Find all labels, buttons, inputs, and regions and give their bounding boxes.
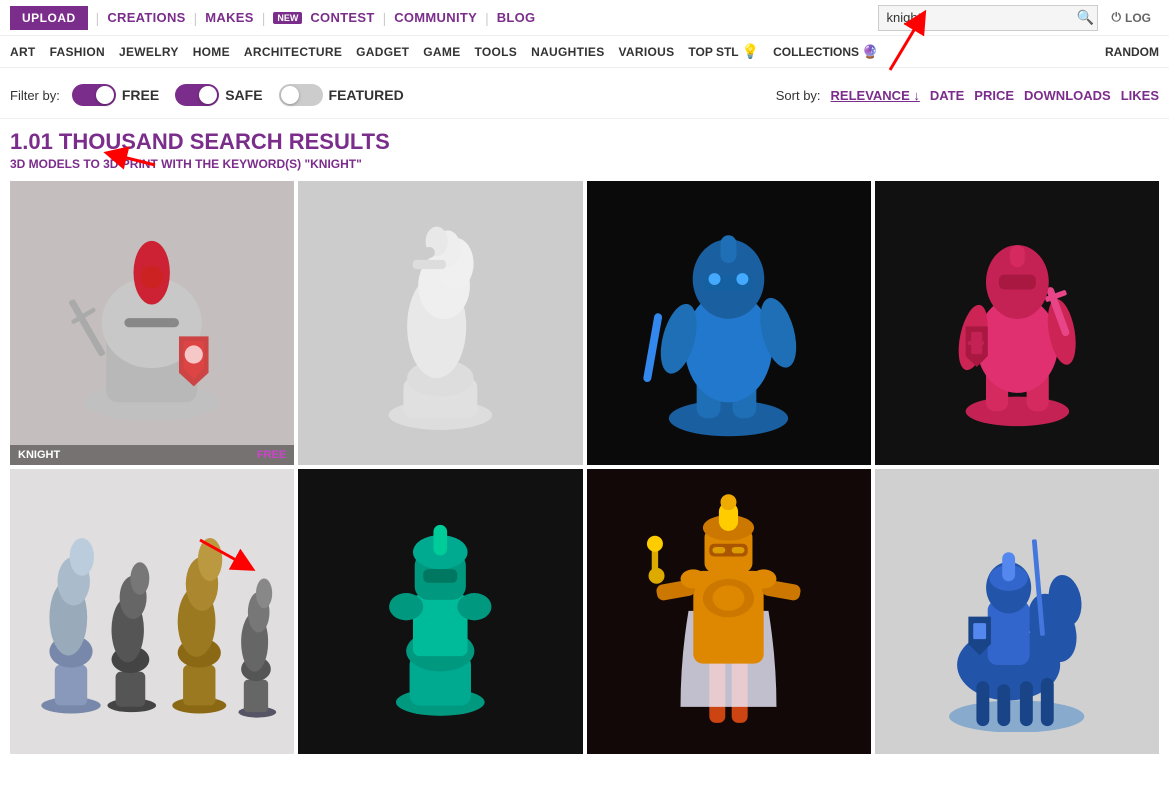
safe-toggle[interactable] [175,84,219,106]
sort-section: Sort by: RELEVANCE ↓ DATE PRICE DOWNLOAD… [776,88,1159,103]
item-image-7 [875,469,1159,753]
log-label: LOG [1125,11,1151,25]
chess-knight-svg [348,209,533,436]
nav-fashion[interactable]: FASHION [50,45,105,59]
item-tag-0: FREE [257,449,286,461]
second-navigation: ART FASHION JEWELRY HOME ARCHITECTURE GA… [0,36,1169,68]
results-header: 1.01 THOUSAND SEARCH RESULTS 3D MODELS T… [0,119,1169,177]
nav-architecture[interactable]: ARCHITECTURE [244,45,342,59]
nav-game[interactable]: GAME [423,45,460,59]
lightbulb-icon: 💡 [742,43,759,60]
item-image-5 [298,469,582,753]
search-input[interactable] [879,10,1071,25]
item-image-4 [10,469,294,753]
power-icon: ⏻ [1112,10,1122,25]
new-badge: NEW [273,12,302,24]
featured-toggle[interactable] [279,84,323,106]
toggle-thumb [96,86,114,104]
sort-relevance[interactable]: RELEVANCE ↓ [831,88,920,103]
nav-collections[interactable]: COLLECTIONS 🔮 [773,44,878,60]
nav-home[interactable]: HOME [193,45,230,59]
top-stl-label: TOP STL [688,45,738,59]
sort-likes[interactable]: LIKES [1121,88,1159,103]
featured-filter-group: FEATURED [279,84,404,106]
top-navigation: UPLOAD | CREATIONS | MAKES | NEW CONTEST… [0,0,1169,36]
item-image-3 [875,181,1159,465]
item-image-6 [587,469,871,753]
nav-creations[interactable]: CREATIONS [107,10,185,25]
grid-item-0[interactable]: KNIGHT FREE [10,181,294,465]
item-label-0: KNIGHT FREE [10,445,294,465]
nav-various[interactable]: VARIOUS [619,45,675,59]
log-button[interactable]: ⏻ LOG [1104,10,1160,25]
item-image-0 [10,181,294,465]
free-filter-group: FREE [72,84,159,106]
nav-separator-4: | [383,10,387,26]
item-image-2 [587,181,871,465]
search-bar: 🔍 [878,5,1098,31]
featured-label: FEATURED [329,87,404,103]
filter-by-label: Filter by: [10,88,60,103]
safe-label: SAFE [225,87,262,103]
knight-helmet-svg [38,209,265,436]
teal-knight-svg [355,491,526,733]
nav-makes[interactable]: MAKES [205,10,253,25]
sort-by-label: Sort by: [776,88,821,103]
nav-blog[interactable]: BLOG [497,10,536,25]
chess-set-svg [17,483,287,739]
search-button[interactable]: 🔍 [1071,9,1100,26]
filter-bar: Filter by: FREE SAFE FEATURED Sort by: R… [0,68,1169,119]
grid-item-6[interactable] [587,469,871,753]
nav-separator-5: | [485,10,489,26]
nav-separator-3: | [262,10,266,26]
collections-label: COLLECTIONS [773,45,859,59]
free-label: FREE [122,87,159,103]
nav-jewelry[interactable]: JEWELRY [119,45,179,59]
nav-top-stl[interactable]: TOP STL 💡 [688,43,759,60]
nav-naughties[interactable]: NAUGHTIES [531,45,604,59]
nav-contest[interactable]: CONTEST [310,10,374,25]
results-grid: KNIGHT FREE [0,177,1169,758]
nav-separator-1: | [96,10,100,26]
pink-knight-svg [925,209,1110,436]
grid-item-5[interactable] [298,469,582,753]
grid-item-4[interactable] [10,469,294,753]
results-count: 1.01 THOUSAND SEARCH RESULTS [10,129,1159,155]
nav-random[interactable]: RANDOM [1105,45,1159,59]
collections-icon: 🔮 [862,44,878,60]
sort-date[interactable]: DATE [930,88,964,103]
grid-item-2[interactable] [587,181,871,465]
results-subtitle: 3D MODELS TO 3D PRINT WITH THE KEYWORD(S… [10,157,1159,171]
grid-item-3[interactable] [875,181,1159,465]
sort-price[interactable]: PRICE [974,88,1014,103]
safe-filter-group: SAFE [175,84,262,106]
grid-item-7[interactable] [875,469,1159,753]
sort-downloads[interactable]: DOWNLOADS [1024,88,1111,103]
blue-knight-svg [629,202,828,444]
upload-button[interactable]: UPLOAD [10,6,88,30]
nav-separator-2: | [194,10,198,26]
free-toggle[interactable] [72,84,116,106]
item-image-1 [298,181,582,465]
item-name-0: KNIGHT [18,449,60,461]
nav-tools[interactable]: TOOLS [475,45,518,59]
gold-knight-svg [629,483,828,739]
toggle-thumb [281,86,299,104]
nav-art[interactable]: ART [10,45,36,59]
mounted-knight-svg [903,491,1130,733]
nav-gadget[interactable]: GADGET [356,45,409,59]
grid-item-1[interactable] [298,181,582,465]
nav-community[interactable]: COMMUNITY [394,10,477,25]
